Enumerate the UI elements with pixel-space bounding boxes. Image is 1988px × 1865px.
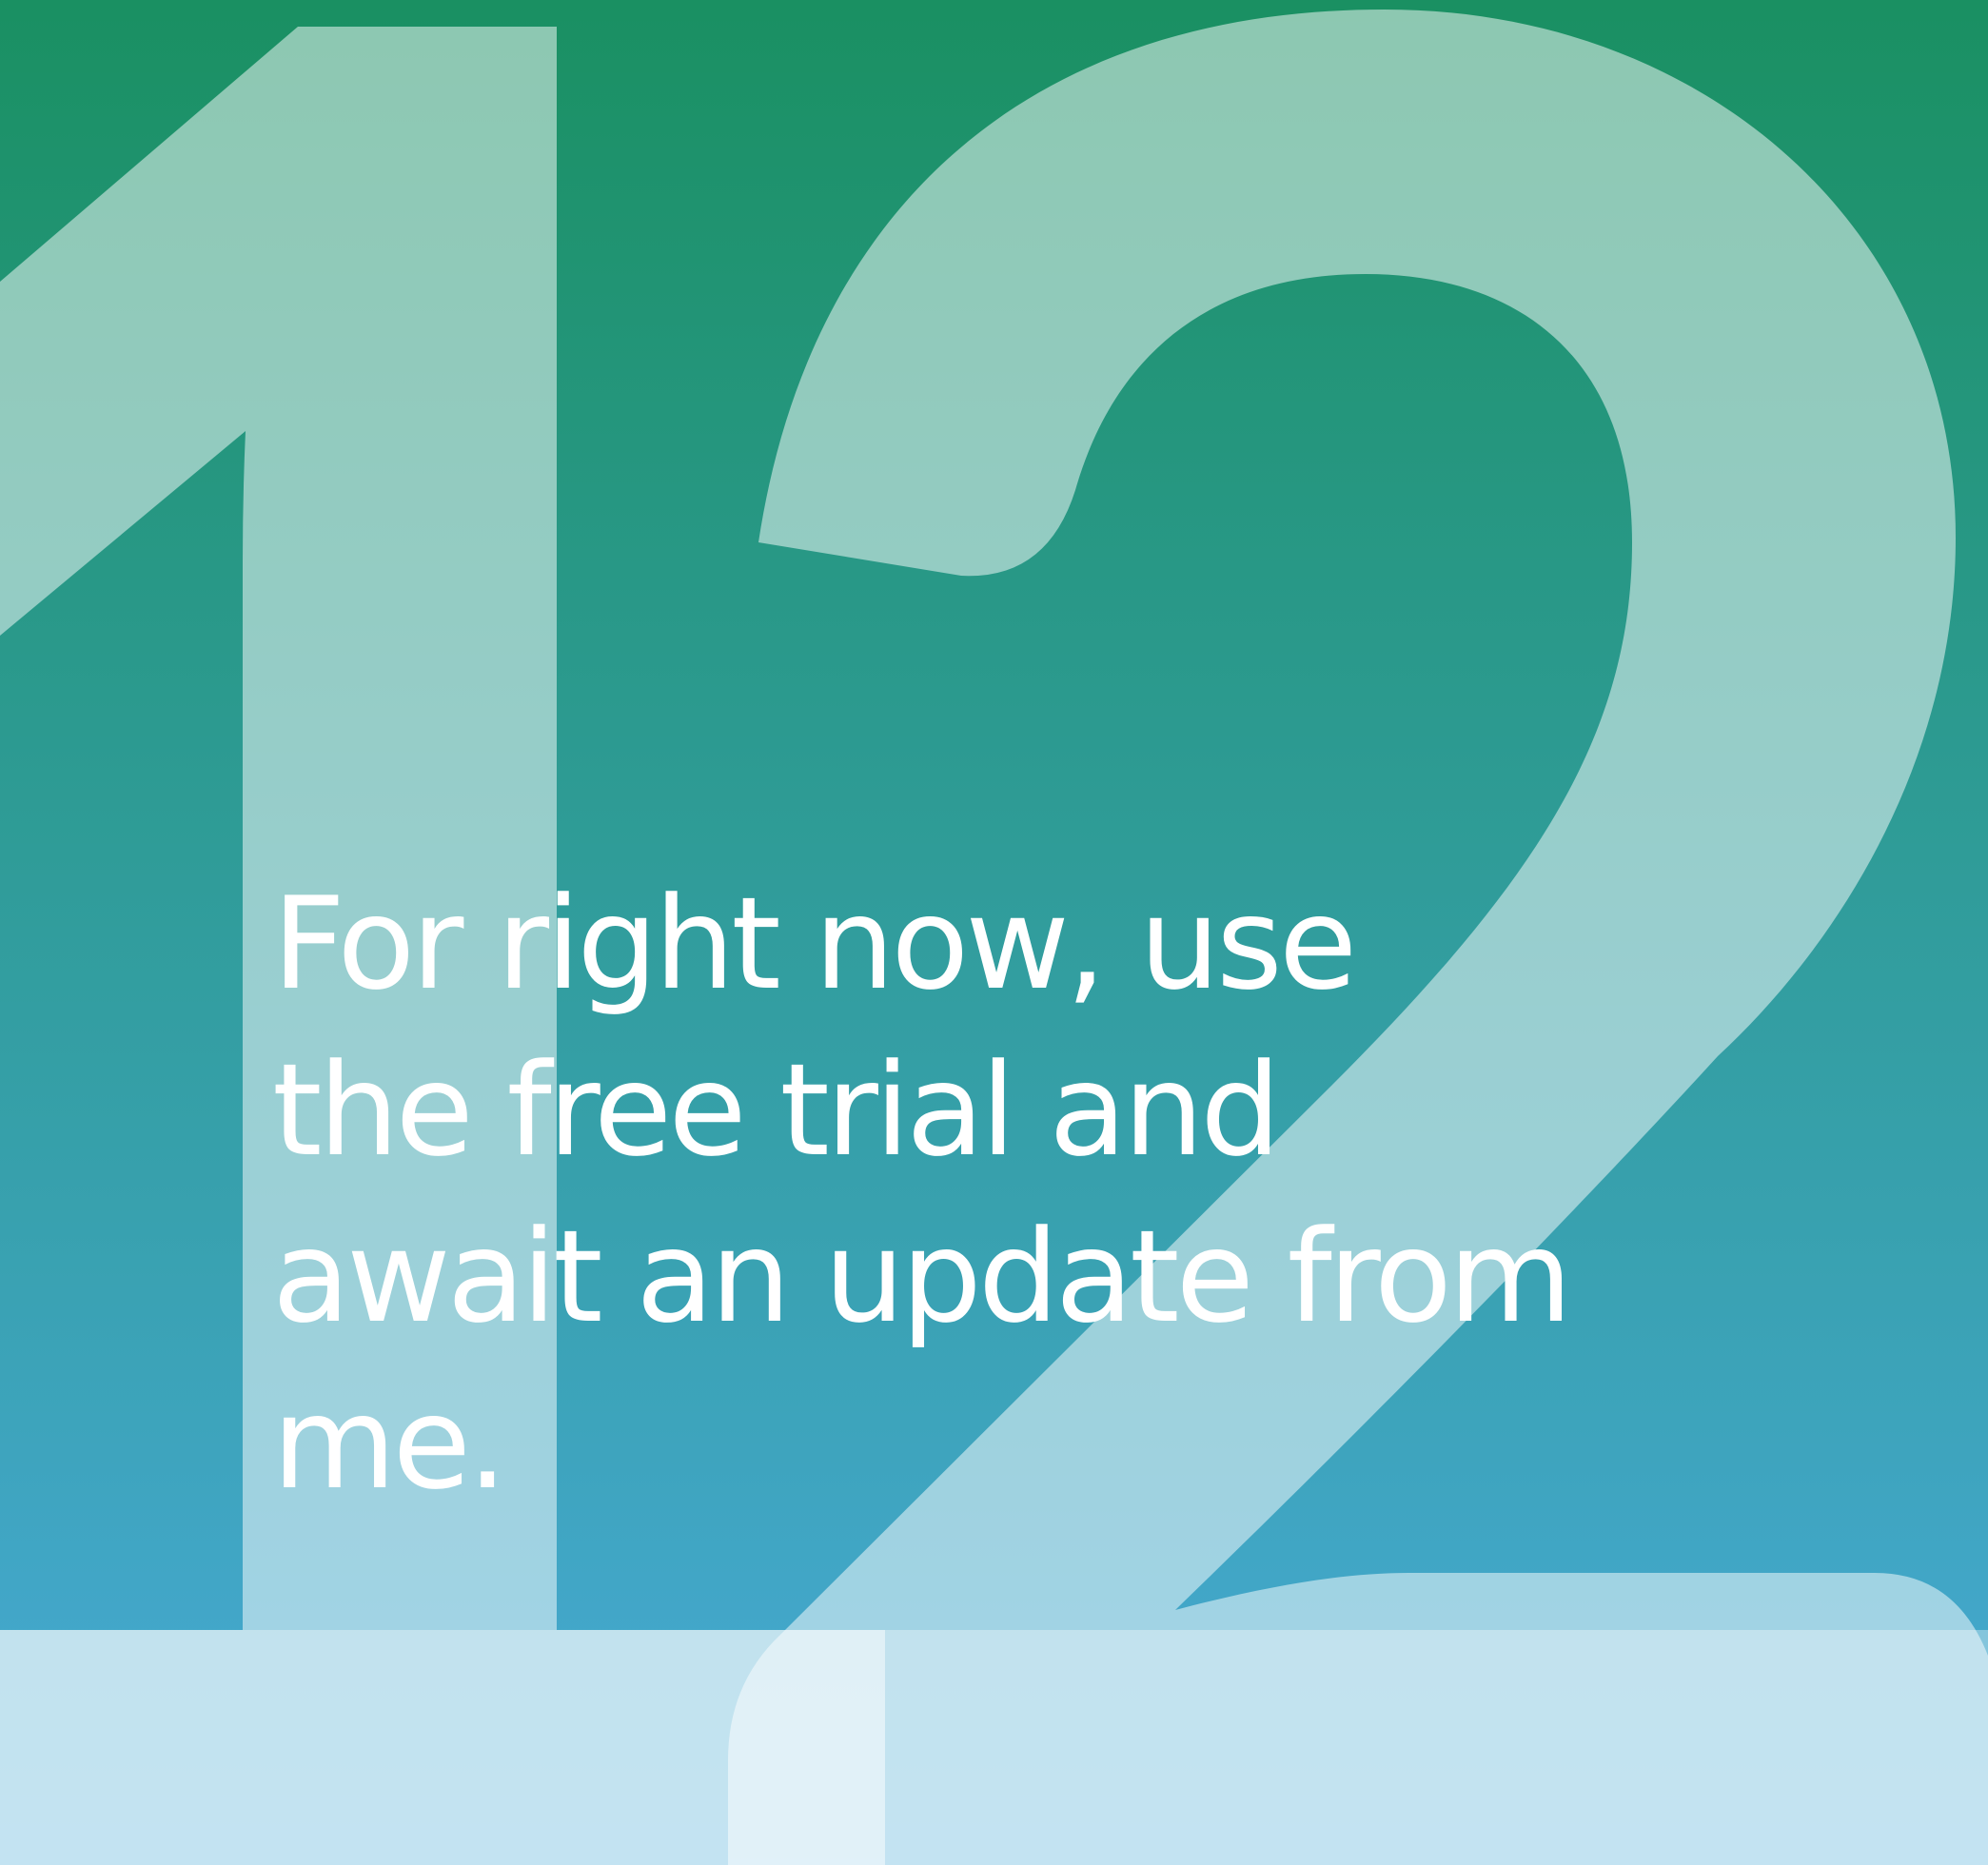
message-line: await an update from [272,1203,1572,1351]
message-text: For right now, use the free trial and aw… [272,861,1572,1527]
message-line: the free trial and [272,1036,1281,1185]
message-line: For right now, use [272,870,1357,1018]
slide-canvas: For right now, use the free trial and aw… [0,0,1988,1865]
message-line: me. [272,1369,508,1518]
lower-band [0,1630,1988,1865]
